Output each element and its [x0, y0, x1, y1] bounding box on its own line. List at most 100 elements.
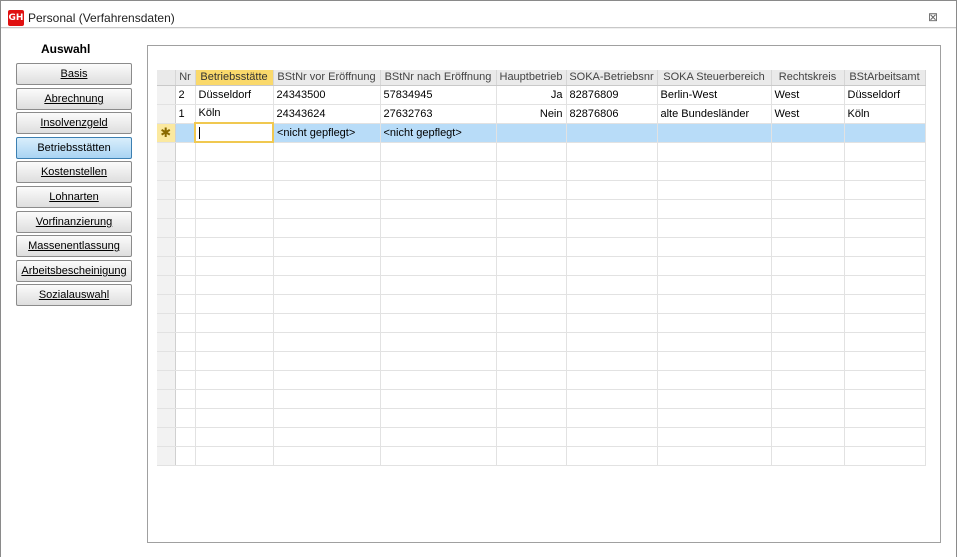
- cell-bstarbeitsamt[interactable]: [844, 123, 926, 143]
- empty-grid-area: [157, 142, 926, 466]
- empty-cell: [273, 408, 381, 428]
- nav-button-kostenstellen[interactable]: Kostenstellen: [16, 161, 132, 183]
- empty-row: [157, 237, 926, 257]
- cell-bstnr-nach[interactable]: 27632763: [380, 104, 497, 124]
- column-header-betriebsstaette[interactable]: Betriebsstätte: [195, 70, 274, 86]
- column-header-nr[interactable]: Nr: [175, 70, 196, 86]
- cell-rechtskreis[interactable]: West: [771, 104, 845, 124]
- empty-cell: [157, 180, 176, 200]
- cell-bstnr-vor[interactable]: 24343500: [273, 85, 381, 105]
- empty-cell: [175, 180, 196, 200]
- cell-hauptbetrieb[interactable]: Ja: [496, 85, 567, 105]
- column-header-bstnr-vor[interactable]: BStNr vor Eröffnung: [273, 70, 381, 86]
- empty-cell: [380, 180, 497, 200]
- cell-hauptbetrieb[interactable]: Nein: [496, 104, 567, 124]
- empty-cell: [844, 161, 926, 181]
- empty-cell: [157, 446, 176, 466]
- column-header-bstarbeitsamt[interactable]: BStArbeitsamt: [844, 70, 926, 86]
- empty-cell: [844, 256, 926, 276]
- empty-cell: [157, 294, 176, 314]
- empty-cell: [771, 446, 845, 466]
- nav-button-insolvenzgeld[interactable]: Insolvenzgeld: [16, 112, 132, 134]
- cell-bstnr-nach[interactable]: 57834945: [380, 85, 497, 105]
- cell-bstnr-nach[interactable]: <nicht gepflegt>: [380, 123, 497, 143]
- empty-row: [157, 389, 926, 409]
- nav-button-massenentlassung[interactable]: Massenentlassung: [16, 235, 132, 257]
- cell-soka-betriebsnr[interactable]: [566, 123, 658, 143]
- empty-cell: [496, 370, 567, 390]
- empty-cell: [496, 446, 567, 466]
- nav-button-arbeitsbescheinigung[interactable]: Arbeitsbescheinigung: [16, 260, 132, 282]
- column-header-rechtskreis[interactable]: Rechtskreis: [771, 70, 845, 86]
- empty-cell: [496, 161, 567, 181]
- empty-cell: [195, 142, 274, 162]
- empty-cell: [157, 275, 176, 295]
- app-logo-icon: GH: [8, 10, 24, 26]
- betriebsstaetten-grid[interactable]: Nr Betriebsstätte BStNr vor Eröffnung BS…: [157, 70, 926, 470]
- column-header-soka-betriebsnr[interactable]: SOKA-Betriebsnr: [566, 70, 658, 86]
- empty-cell: [844, 389, 926, 409]
- cell-bstnr-vor[interactable]: <nicht gepflegt>: [273, 123, 381, 143]
- empty-cell: [157, 408, 176, 428]
- empty-cell: [273, 389, 381, 409]
- empty-cell: [657, 218, 772, 238]
- empty-cell: [771, 142, 845, 162]
- cell-bstarbeitsamt[interactable]: Düsseldorf: [844, 85, 926, 105]
- text-caret: [199, 126, 200, 139]
- cell-betriebsstaette[interactable]: Düsseldorf: [195, 85, 274, 105]
- empty-cell: [844, 180, 926, 200]
- empty-cell: [844, 446, 926, 466]
- nav-button-betriebsstaetten[interactable]: Betriebsstätten: [16, 137, 132, 159]
- cell-soka-steuerbereich[interactable]: [657, 123, 772, 143]
- empty-cell: [844, 275, 926, 295]
- empty-cell: [157, 218, 176, 238]
- nav-button-lohnarten[interactable]: Lohnarten: [16, 186, 132, 208]
- cell-bstnr-vor[interactable]: 24343624: [273, 104, 381, 124]
- row-indicator[interactable]: [157, 85, 176, 105]
- empty-cell: [844, 142, 926, 162]
- new-row[interactable]: ✱ <nicht gepflegt> <nicht gepflegt>: [157, 122, 926, 143]
- cell-soka-steuerbereich[interactable]: alte Bundesländer: [657, 104, 772, 124]
- cell-betriebsstaette-editor[interactable]: [194, 122, 274, 143]
- table-row[interactable]: 2 Düsseldorf 24343500 57834945 Ja 828768…: [157, 85, 926, 105]
- empty-cell: [657, 256, 772, 276]
- empty-cell: [566, 446, 658, 466]
- nav-button-abrechnung[interactable]: Abrechnung: [16, 88, 132, 110]
- cell-bstarbeitsamt[interactable]: Köln: [844, 104, 926, 124]
- empty-cell: [195, 446, 274, 466]
- cell-nr[interactable]: 2: [175, 85, 196, 105]
- nav-button-vorfinanzierung[interactable]: Vorfinanzierung: [16, 211, 132, 233]
- content-area: Nr Betriebsstätte BStNr vor Eröffnung BS…: [146, 29, 956, 557]
- column-header-hauptbetrieb[interactable]: Hauptbetrieb: [496, 70, 567, 86]
- nav-button-basis[interactable]: Basis: [16, 63, 132, 85]
- cell-soka-betriebsnr[interactable]: 82876809: [566, 85, 658, 105]
- cell-soka-betriebsnr[interactable]: 82876806: [566, 104, 658, 124]
- row-indicator-header[interactable]: [157, 70, 176, 86]
- sidebar-heading: Auswahl: [41, 42, 91, 56]
- cell-hauptbetrieb[interactable]: [496, 123, 567, 143]
- empty-row: [157, 351, 926, 371]
- cell-soka-steuerbereich[interactable]: Berlin-West: [657, 85, 772, 105]
- empty-cell: [380, 370, 497, 390]
- cell-nr[interactable]: [175, 123, 196, 143]
- cell-nr[interactable]: 1: [175, 104, 196, 124]
- empty-row: [157, 408, 926, 428]
- close-icon[interactable]: ⊠: [926, 10, 940, 24]
- data-table: Nr Betriebsstätte BStNr vor Eröffnung BS…: [157, 70, 926, 466]
- cell-rechtskreis[interactable]: [771, 123, 845, 143]
- empty-cell: [566, 256, 658, 276]
- cell-rechtskreis[interactable]: West: [771, 85, 845, 105]
- empty-row: [157, 180, 926, 200]
- empty-cell: [771, 389, 845, 409]
- column-header-soka-steuerbereich[interactable]: SOKA Steuerbereich: [657, 70, 772, 86]
- nav-button-sozialauswahl[interactable]: Sozialauswahl: [16, 284, 132, 306]
- column-header-bstnr-nach[interactable]: BStNr nach Eröffnung: [380, 70, 497, 86]
- cell-betriebsstaette[interactable]: Köln: [195, 104, 274, 124]
- empty-cell: [380, 332, 497, 352]
- empty-cell: [175, 275, 196, 295]
- row-indicator[interactable]: [157, 104, 176, 124]
- empty-cell: [496, 218, 567, 238]
- table-row[interactable]: 1 Köln 24343624 27632763 Nein 82876806 a…: [157, 104, 926, 124]
- empty-cell: [157, 427, 176, 447]
- empty-cell: [657, 180, 772, 200]
